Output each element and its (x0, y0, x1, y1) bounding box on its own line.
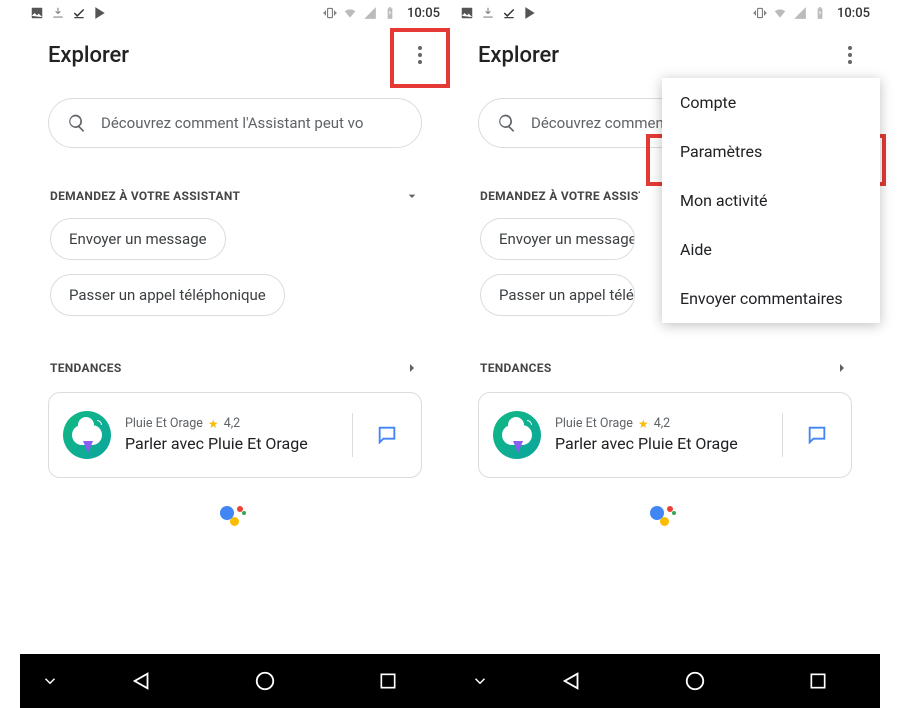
google-assistant-icon (220, 502, 250, 532)
app-bar: Explorer (20, 26, 450, 80)
card-app-icon (63, 411, 111, 459)
trend-card[interactable]: Pluie Et Orage ★ 4,2 Parler avec Pluie E… (478, 392, 852, 478)
card-rating: 4,2 (224, 416, 241, 431)
more-vertical-icon (848, 46, 852, 64)
gallery-icon (460, 6, 474, 20)
section-assistant-label: DEMANDEZ À VOTRE ASSISTANT (480, 189, 640, 203)
google-assistant-icon (650, 502, 680, 532)
signal-icon (363, 6, 377, 20)
android-nav-bar (20, 654, 450, 708)
assistant-suggestions: Envoyer un message Passer un appel télép… (20, 212, 450, 316)
status-bar: 10:05 (450, 0, 880, 26)
section-assistant-label: DEMANDEZ À VOTRE ASSISTANT (50, 189, 240, 203)
card-rating: 4,2 (654, 416, 671, 431)
more-vertical-icon (418, 46, 422, 64)
card-provider: Pluie Et Orage (555, 416, 633, 431)
menu-item-help[interactable]: Aide (662, 225, 880, 274)
search-bar[interactable]: Découvrez comment l'Assistant peut vo (48, 98, 422, 148)
signal-icon (793, 6, 807, 20)
overflow-menu-button[interactable] (838, 40, 862, 70)
suggestion-chip[interactable]: Envoyer un message (50, 218, 226, 260)
gallery-icon (30, 6, 44, 20)
overflow-menu: Compte Paramètres Mon activité Aide Envo… (662, 78, 880, 323)
nav-recents-button[interactable] (327, 671, 450, 691)
chevron-right-icon (404, 360, 420, 376)
nav-back-button[interactable] (80, 670, 203, 692)
section-trends-label: TENDANCES (480, 361, 552, 375)
section-trends-label: TENDANCES (50, 361, 122, 375)
menu-item-feedback[interactable]: Envoyer commentaires (662, 274, 880, 323)
card-meta: Pluie Et Orage ★ 4,2 (125, 416, 338, 431)
nav-collapse-button[interactable] (450, 672, 510, 690)
battery-icon (383, 6, 397, 20)
menu-item-settings[interactable]: Paramètres (662, 127, 880, 176)
status-bar: 10:05 (20, 0, 450, 26)
overflow-menu-button[interactable] (408, 40, 432, 70)
card-app-icon (493, 411, 541, 459)
suggestion-chip[interactable]: Passer un appel téléphonique (480, 274, 635, 316)
chevron-down-icon (404, 188, 420, 204)
check-icon (502, 6, 516, 20)
star-icon: ★ (638, 417, 649, 431)
nav-recents-button[interactable] (757, 671, 880, 691)
phone-screenshot-left: 10:05 Explorer Découvrez comment l'Assis… (20, 0, 450, 708)
phone-screenshot-right: 10:05 Explorer Découvrez comment l'Assis… (450, 0, 880, 708)
battery-icon (813, 6, 827, 20)
card-title: Parler avec Pluie Et Orage (555, 434, 768, 454)
status-time: 10:05 (837, 6, 870, 21)
app-bar: Explorer (450, 26, 880, 80)
nav-back-button[interactable] (510, 670, 633, 692)
page-title: Explorer (48, 43, 129, 68)
wifi-icon (343, 6, 357, 20)
page-title: Explorer (478, 43, 559, 68)
divider (352, 413, 353, 457)
assistant-logo-row[interactable] (450, 478, 880, 542)
suggestion-chip[interactable]: Envoyer un message (480, 218, 635, 260)
card-chat-button[interactable] (797, 424, 837, 446)
suggestion-chip[interactable]: Passer un appel téléphonique (50, 274, 285, 316)
wifi-icon (773, 6, 787, 20)
trend-card[interactable]: Pluie Et Orage ★ 4,2 Parler avec Pluie E… (48, 392, 422, 478)
card-chat-button[interactable] (367, 424, 407, 446)
divider (782, 413, 783, 457)
download-icon (481, 6, 495, 20)
nav-home-button[interactable] (633, 670, 756, 692)
assistant-logo-row[interactable] (20, 478, 450, 542)
card-title: Parler avec Pluie Et Orage (125, 434, 338, 454)
section-trends-header[interactable]: TENDANCES (20, 316, 450, 384)
nav-collapse-button[interactable] (20, 672, 80, 690)
search-placeholder: Découvrez comment l'Assistant peut vo (101, 114, 363, 132)
card-meta: Pluie Et Orage ★ 4,2 (555, 416, 768, 431)
play-badge-icon (93, 6, 107, 20)
vibrate-icon (753, 6, 767, 20)
chat-icon (376, 424, 398, 446)
chevron-right-icon (834, 360, 850, 376)
play-badge-icon (523, 6, 537, 20)
chat-icon (806, 424, 828, 446)
status-time: 10:05 (407, 6, 440, 21)
search-icon (497, 113, 517, 133)
star-icon: ★ (208, 417, 219, 431)
download-icon (51, 6, 65, 20)
section-trends-header[interactable]: TENDANCES (450, 316, 880, 384)
search-icon (67, 113, 87, 133)
android-nav-bar (450, 654, 880, 708)
section-assistant-header[interactable]: DEMANDEZ À VOTRE ASSISTANT (20, 148, 450, 212)
vibrate-icon (323, 6, 337, 20)
check-icon (72, 6, 86, 20)
card-provider: Pluie Et Orage (125, 416, 203, 431)
nav-home-button[interactable] (203, 670, 326, 692)
menu-item-account[interactable]: Compte (662, 78, 880, 127)
menu-item-activity[interactable]: Mon activité (662, 176, 880, 225)
